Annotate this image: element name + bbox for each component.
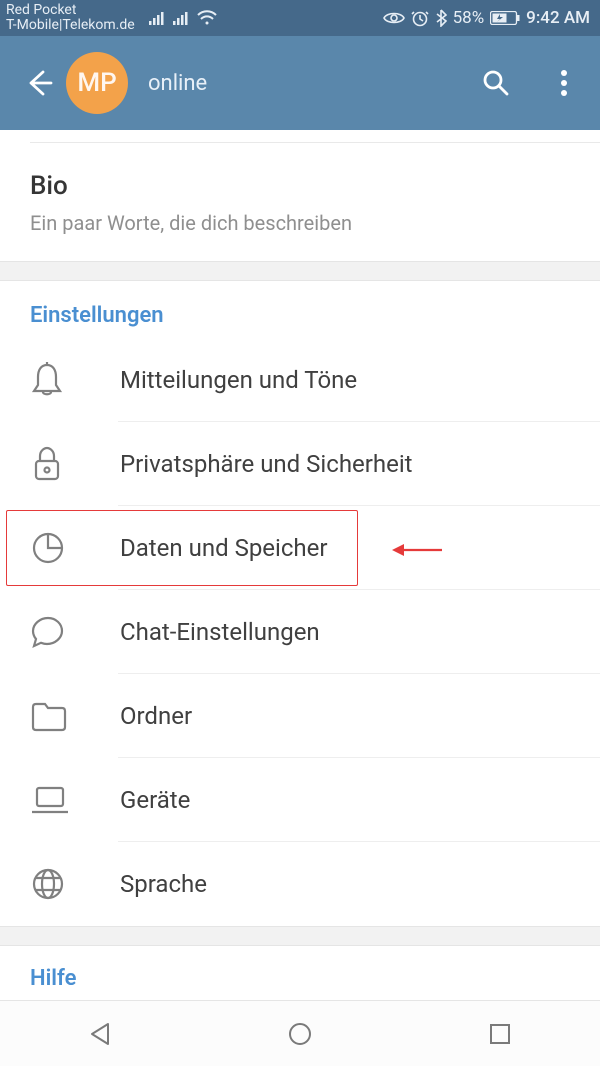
- search-button[interactable]: [476, 63, 516, 103]
- carrier-line1: Red Pocket: [6, 3, 135, 18]
- lock-icon: [30, 445, 80, 483]
- carrier-label: Red Pocket T-Mobile|Telekom.de: [6, 3, 135, 33]
- status-right: 58% 9:42 AM: [383, 8, 590, 28]
- avatar[interactable]: MP: [66, 52, 128, 114]
- system-nav-bar: [0, 1000, 600, 1066]
- settings-item-label: Ordner: [120, 702, 192, 730]
- settings-item-language[interactable]: Sprache: [0, 842, 600, 926]
- section-gap: [0, 926, 600, 946]
- settings-item-data-storage[interactable]: Daten und Speicher: [0, 506, 600, 590]
- bluetooth-icon: [435, 9, 447, 27]
- avatar-initials: MP: [77, 68, 116, 98]
- alarm-icon: [411, 9, 429, 27]
- bio-section[interactable]: Bio Ein paar Worte, die dich beschreiben: [0, 143, 600, 261]
- section-title-settings: Einstellungen: [0, 281, 600, 338]
- settings-item-notifications[interactable]: Mitteilungen und Töne: [0, 338, 600, 422]
- app-header: MP online: [0, 36, 600, 130]
- settings-item-label: Geräte: [120, 786, 190, 814]
- status-bar: Red Pocket T-Mobile|Telekom.de 58% 9:42 …: [0, 0, 600, 36]
- nav-recents-button[interactable]: [470, 1010, 530, 1058]
- nav-home-button[interactable]: [270, 1010, 330, 1058]
- signal-icon: [173, 11, 191, 25]
- globe-icon: [30, 866, 80, 902]
- settings-item-chat-settings[interactable]: Chat-Einstellungen: [0, 590, 600, 674]
- folder-icon: [30, 700, 80, 732]
- settings-item-label: Privatsphäre und Sicherheit: [120, 450, 413, 478]
- eye-icon: [383, 11, 405, 25]
- settings-item-privacy[interactable]: Privatsphäre und Sicherheit: [0, 422, 600, 506]
- status-signal-icons: [149, 10, 217, 26]
- clock-time: 9:42 AM: [526, 8, 590, 28]
- content-scroll[interactable]: Bio Ein paar Worte, die dich beschreiben…: [0, 130, 600, 1000]
- settings-item-label: Mitteilungen und Töne: [120, 366, 357, 394]
- signal-icon: [149, 11, 167, 25]
- settings-item-label: Daten und Speicher: [120, 534, 328, 562]
- section-gap: [0, 261, 600, 281]
- bio-description: Ein paar Worte, die dich beschreiben: [30, 211, 570, 235]
- bio-title: Bio: [30, 171, 570, 201]
- carrier-line2: T-Mobile|Telekom.de: [6, 18, 135, 33]
- back-button[interactable]: [16, 61, 60, 105]
- pie-icon: [30, 530, 80, 566]
- chat-icon: [30, 615, 80, 649]
- settings-item-devices[interactable]: Geräte: [0, 758, 600, 842]
- settings-list: Mitteilungen und Töne Privatsphäre und S…: [0, 338, 600, 926]
- user-status: online: [148, 71, 207, 96]
- more-menu-button[interactable]: [544, 63, 584, 103]
- settings-item-label: Chat-Einstellungen: [120, 618, 320, 646]
- nav-back-button[interactable]: [70, 1010, 130, 1058]
- laptop-icon: [30, 785, 80, 815]
- battery-percent: 58%: [453, 8, 485, 28]
- battery-icon: [490, 11, 520, 25]
- bell-icon: [30, 361, 80, 399]
- wifi-icon: [197, 10, 217, 26]
- settings-item-folders[interactable]: Ordner: [0, 674, 600, 758]
- annotation-arrow-icon: [390, 542, 444, 558]
- section-title-help: Hilfe: [0, 946, 600, 999]
- settings-item-label: Sprache: [120, 870, 207, 898]
